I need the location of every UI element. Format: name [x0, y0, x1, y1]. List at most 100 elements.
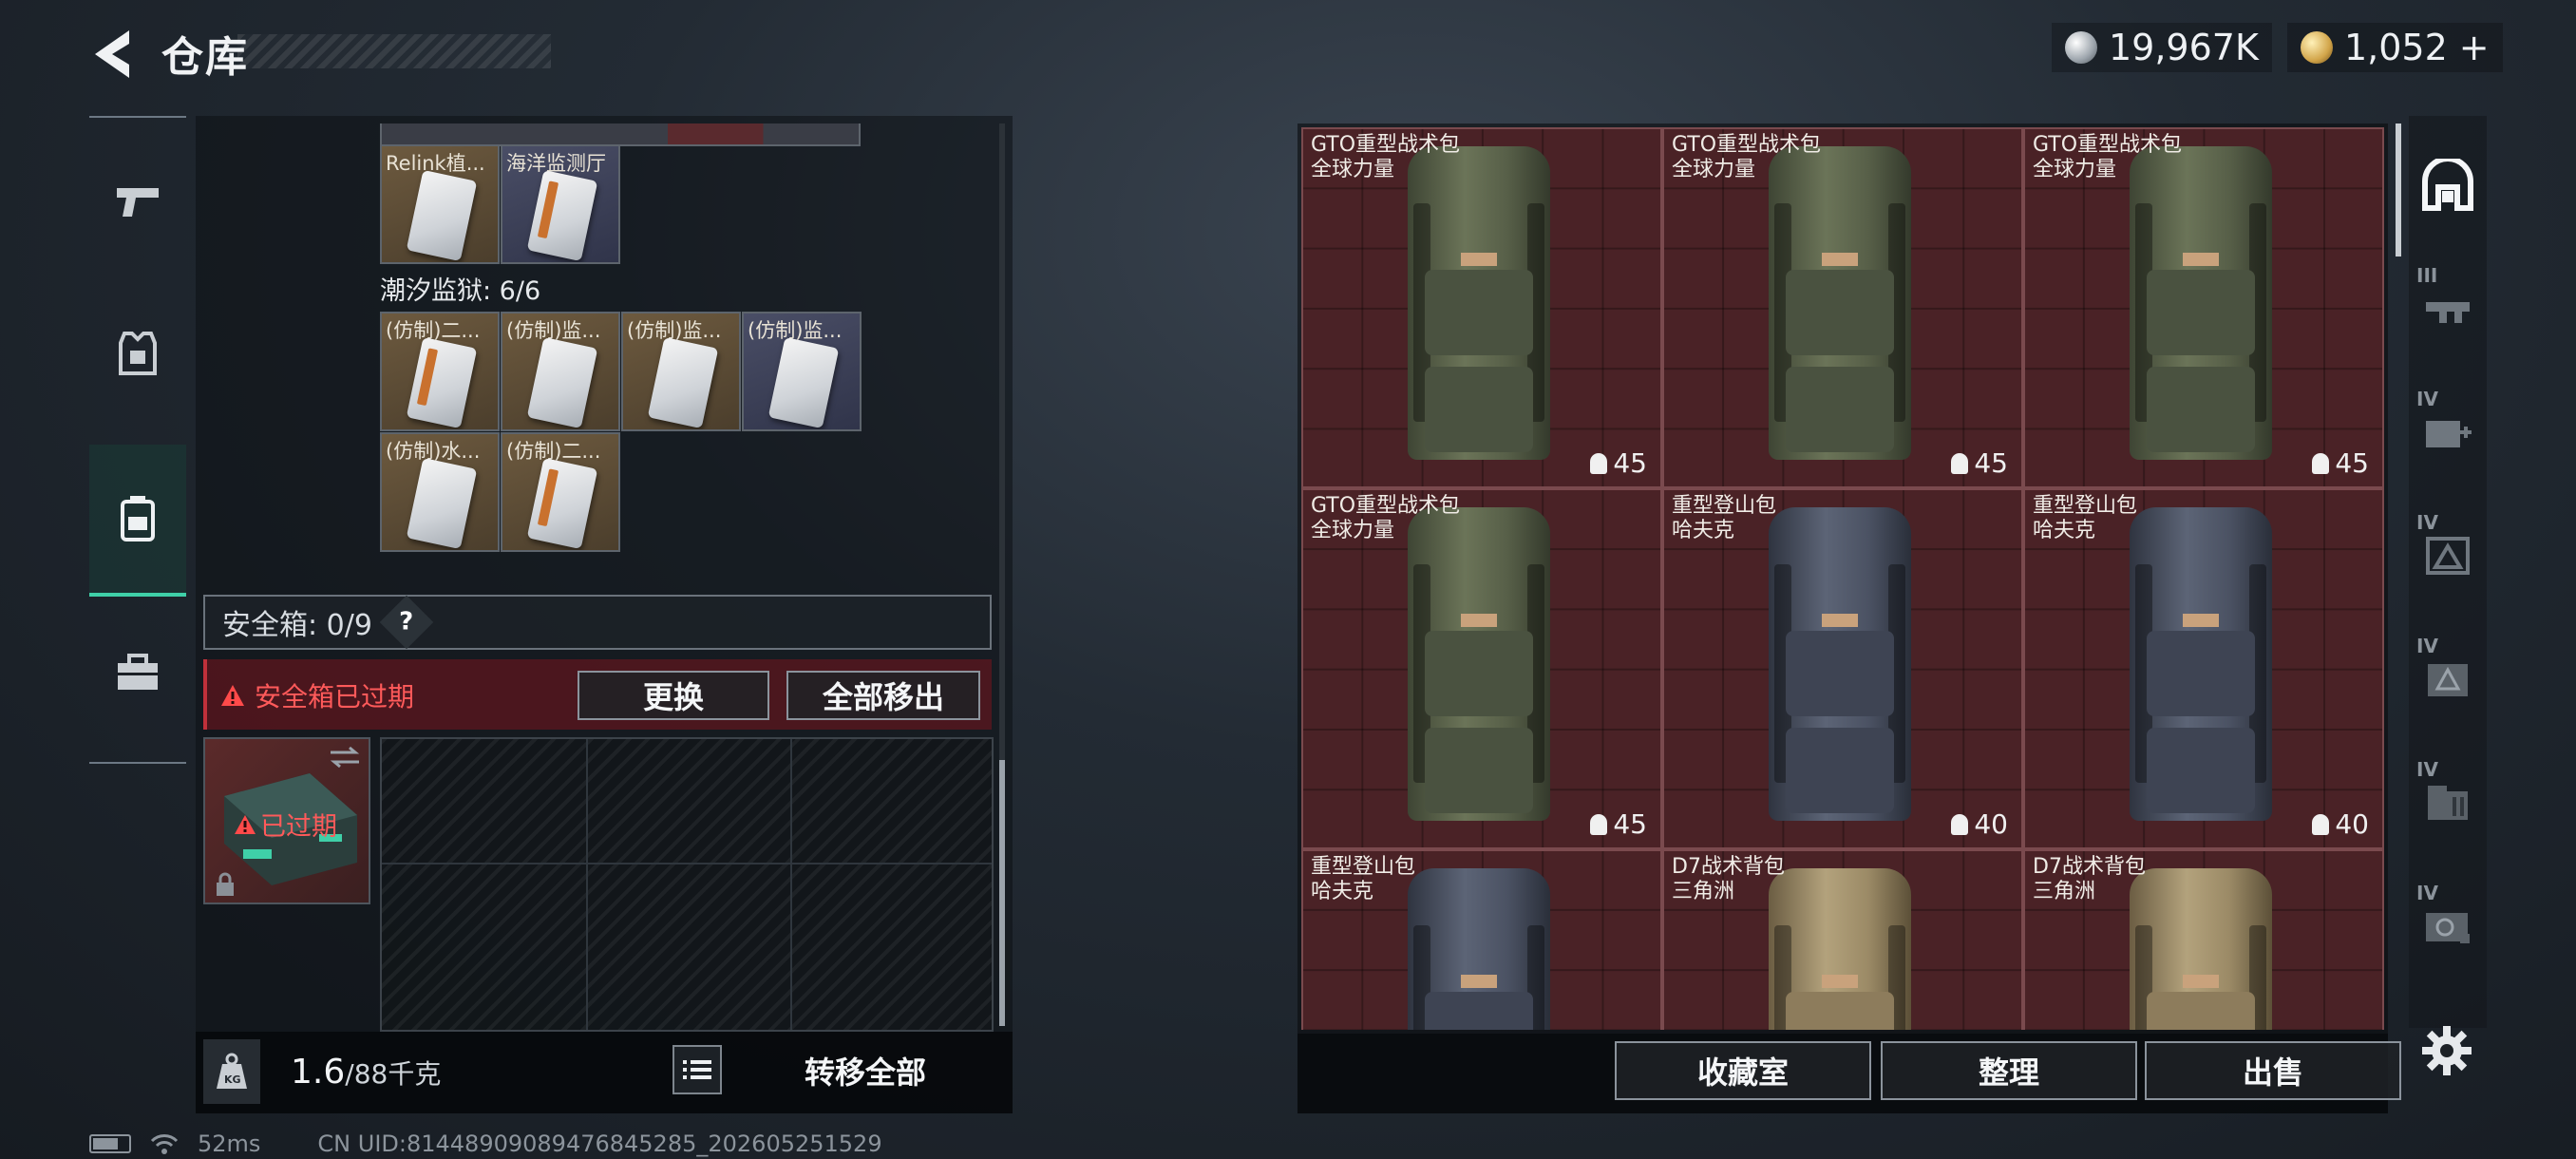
stash-item[interactable]: D7战术背包 三角洲: [2023, 849, 2384, 1030]
capacity-icon: [2312, 813, 2330, 835]
backpack-image: [1769, 868, 1911, 1030]
nav-equipment-tab[interactable]: [89, 277, 186, 429]
weapon-rack-icon: [2426, 302, 2470, 323]
sell-button[interactable]: 出售: [2145, 1041, 2401, 1100]
filter-medical-tab[interactable]: IV: [2409, 370, 2487, 494]
pistol-icon: [117, 188, 159, 217]
backpack-image: [1408, 146, 1550, 475]
item-name: GTO重型战术包 全球力量: [1311, 494, 1461, 542]
filter-armor-tab[interactable]: IV: [2409, 494, 2487, 618]
stash-home-icon: [2422, 159, 2473, 211]
safebox-expired-warning: 安全箱已过期: [220, 676, 414, 714]
section-label-tidal-prison: 潮汐监狱: 6/6: [380, 276, 541, 306]
sort-button[interactable]: 整理: [1881, 1041, 2137, 1100]
item-capacity: 40: [2312, 808, 2369, 840]
triangle-emblem-icon: [2426, 537, 2470, 575]
item-replica-card[interactable]: (仿制)监...: [501, 312, 620, 431]
item-name: GTO重型战术包 全球力量: [1311, 133, 1461, 181]
item-name: GTO重型战术包 全球力量: [2033, 133, 2183, 181]
capacity-icon: [1590, 452, 1608, 474]
filter-electronics-tab[interactable]: IV: [2409, 864, 2487, 988]
backpack-image: [2130, 146, 2272, 475]
topup-plus[interactable]: +: [2459, 27, 2490, 68]
item-replica-card[interactable]: (仿制)监...: [621, 312, 741, 431]
expired-text: 安全箱已过期: [255, 681, 415, 712]
backpack-image: [1408, 507, 1550, 836]
left-scrollbar-thumb[interactable]: [999, 760, 1005, 1026]
weight-readout: 1.6/88千克: [291, 1053, 441, 1092]
keycard-icon: [647, 336, 719, 429]
item-capacity: 45: [2312, 447, 2369, 479]
keycard-icon: [767, 336, 840, 429]
gold-amount: 1,052: [2344, 27, 2448, 68]
filter-all-tab[interactable]: [2409, 124, 2487, 247]
back-button[interactable]: [87, 27, 137, 82]
weight-button[interactable]: KG: [203, 1039, 260, 1104]
stash-item[interactable]: GTO重型战术包 全球力量 45: [2023, 127, 2384, 488]
list-view-button[interactable]: [672, 1045, 722, 1094]
help-icon: ?: [399, 608, 414, 636]
silver-currency[interactable]: 19,967K: [2052, 23, 2272, 72]
left-category-nav: [89, 116, 186, 764]
stash-item[interactable]: D7战术背包 三角洲: [1662, 849, 2023, 1030]
transfer-all-button[interactable]: 转移全部: [731, 1039, 999, 1102]
title-decoration: [237, 34, 551, 68]
stash-item[interactable]: 重型登山包 哈夫克 40: [1662, 488, 2023, 849]
capacity-icon: [1951, 452, 1969, 474]
item-replica-card[interactable]: (仿制)二...: [501, 432, 620, 552]
weight-current: 1.6: [291, 1053, 346, 1092]
item-capacity: 45: [1951, 447, 2008, 479]
capacity-icon: [2312, 452, 2330, 474]
item-replica-card[interactable]: (仿制)二...: [380, 312, 500, 431]
item-replica-card[interactable]: (仿制)水...: [380, 432, 500, 552]
nav-backpack-tab[interactable]: [89, 445, 186, 597]
svg-text:KG: KG: [224, 1074, 241, 1086]
safebox-help-button[interactable]: ?: [379, 595, 434, 650]
item-capacity: 45: [1590, 808, 1647, 840]
backpack-image: [1408, 868, 1550, 1030]
stash-scrollbar-thumb[interactable]: [2396, 124, 2401, 256]
stash-grid[interactable]: GTO重型战术包 全球力量 45 GTO重型战术包 全球力量 45 GTO重型战术包…: [1301, 127, 2384, 1030]
item-replica-card[interactable]: (仿制)监...: [742, 312, 862, 431]
warning-icon: [221, 685, 244, 706]
gold-coin-icon: [2301, 31, 2333, 64]
stash-item[interactable]: GTO重型战术包 全球力量 45: [1301, 488, 1662, 849]
page-title: 仓库: [161, 33, 249, 82]
item-relink-card[interactable]: Relink植...: [380, 144, 500, 264]
stash-item[interactable]: 重型登山包 哈夫克: [1301, 849, 1662, 1030]
nav-weapon-tab[interactable]: [89, 125, 186, 277]
capacity-icon: [1590, 813, 1608, 835]
case-expired-text: 已过期: [260, 812, 337, 842]
stash-item[interactable]: GTO重型战术包 全球力量 45: [1301, 127, 1662, 488]
lock-icon: [217, 872, 234, 896]
container-icon: [2428, 786, 2468, 820]
keycard-icon: [406, 169, 478, 262]
stash-item[interactable]: GTO重型战术包 全球力量 45: [1662, 127, 2023, 488]
silver-coin-icon: [2065, 31, 2097, 64]
armor-vest-icon: [119, 332, 157, 375]
filter-level3-tab[interactable]: III: [2409, 247, 2487, 370]
safebox-case-slot[interactable]: 已过期: [203, 737, 370, 904]
cutoff-item-row[interactable]: [380, 124, 861, 146]
item-ocean-monitor-card[interactable]: 海洋监测厅: [501, 144, 620, 264]
silver-amount: 19,967K: [2109, 27, 2259, 68]
item-capacity: 40: [1951, 808, 2008, 840]
replace-safebox-button[interactable]: 更换: [578, 671, 769, 720]
settings-button[interactable]: [2420, 1024, 2473, 1077]
swap-icon[interactable]: [329, 747, 361, 768]
filter-container-tab[interactable]: IV: [2409, 741, 2487, 864]
ping-readout: 52ms: [198, 1130, 261, 1157]
safebox-grid[interactable]: [380, 737, 994, 1032]
back-arrow-icon: [95, 30, 129, 78]
gold-currency[interactable]: 1,052 +: [2287, 23, 2503, 72]
filter-helmet-tab[interactable]: IV: [2409, 618, 2487, 741]
capacity-icon: [1951, 813, 1969, 835]
item-capacity: 45: [1590, 447, 1647, 479]
uid-readout: CN UID:8144890908947684528​5_20260525152…: [317, 1130, 882, 1157]
item-name: 重型登山包 哈夫克: [1311, 855, 1416, 903]
move-all-out-button[interactable]: 全部移出: [786, 671, 980, 720]
collection-room-button[interactable]: 收藏室: [1615, 1041, 1871, 1100]
stash-item[interactable]: 重型登山包 哈夫克 40: [2023, 488, 2384, 849]
nav-toolbox-tab[interactable]: [89, 597, 186, 749]
backpack-image: [2130, 507, 2272, 836]
